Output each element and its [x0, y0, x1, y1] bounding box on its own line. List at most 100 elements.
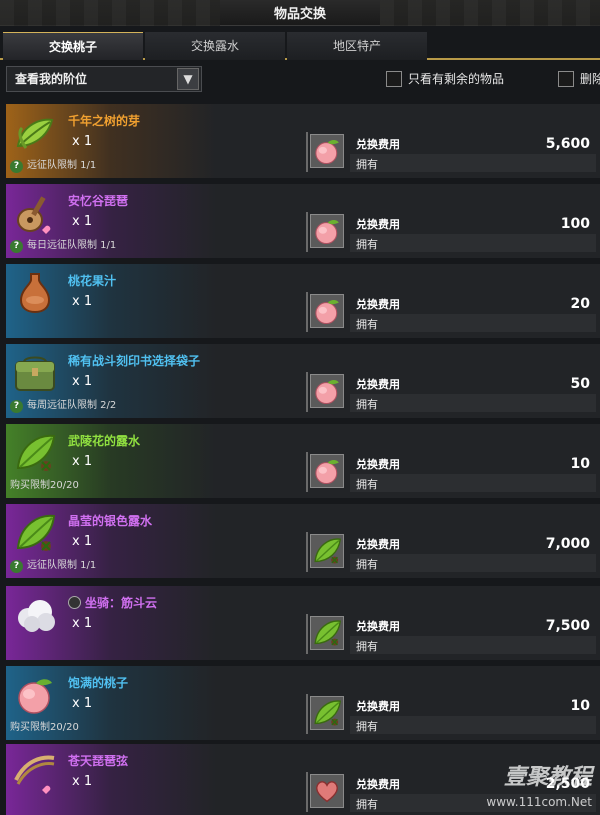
tab-regional-specialty[interactable]: 地区特产 [287, 32, 427, 60]
cost-label: 兑换费用 [356, 458, 400, 471]
item-name: 晶莹的银色露水 [68, 512, 152, 529]
cost-value: 50 [570, 376, 590, 392]
exchange-item-row[interactable]: 饱满的桃子 x 1 购买限制20/20 兑换费用 10 拥有 [6, 666, 600, 740]
divider [306, 452, 308, 492]
cost-value: 7,000 [545, 536, 590, 552]
peach-icon [310, 454, 344, 488]
divider [306, 532, 308, 572]
item-limit-text: 远征队限制 1/1 [27, 160, 97, 171]
filter-bar: 查看我的阶位 ▼ 只看有剩余的物品 删除 [0, 64, 600, 94]
item-info: 武陵花的露水 x 1 购买限制20/20 [6, 424, 306, 498]
chevron-down-icon[interactable]: ▼ [177, 68, 199, 90]
owned-label: 拥有 [356, 798, 378, 811]
help-icon[interactable]: ? [10, 240, 23, 253]
cost-label: 兑换费用 [356, 138, 400, 151]
item-limit: ? 每日远征队限制 1/1 [10, 236, 116, 253]
exchange-item-row[interactable]: 晶莹的银色露水 x 1 ? 远征队限制 1/1 兑换费用 7,000 拥有 [6, 504, 600, 578]
cloud-icon [12, 592, 58, 638]
item-limit: ? 远征队限制 1/1 [10, 156, 96, 173]
exchange-item-row[interactable]: 桃花果汁 x 1 兑换费用 20 拥有 [6, 264, 600, 338]
item-name-text: 武陵花的露水 [68, 434, 141, 448]
only-remaining-checkbox[interactable] [386, 71, 402, 87]
owned-bar [350, 234, 596, 252]
item-quantity: x 1 [72, 454, 93, 469]
item-info: 苍天琵琶弦 x 1 [6, 744, 306, 815]
owned-label: 拥有 [356, 318, 378, 331]
vase-icon [12, 270, 58, 316]
item-name-text: 桃花果汁 [68, 274, 117, 288]
help-icon[interactable]: ? [10, 400, 23, 413]
owned-bar [350, 474, 596, 492]
item-quantity: x 1 [72, 774, 93, 789]
item-limit-text: 购买限制20/20 [10, 722, 79, 733]
item-info: 安忆谷琵琶 x 1 ? 每日远征队限制 1/1 [6, 184, 306, 258]
item-name: 稀有战斗刻印书选择袋子 [68, 352, 200, 369]
peach-icon [310, 214, 344, 248]
only-remaining-label: 只看有剩余的物品 [408, 72, 505, 86]
cost-label: 兑换费用 [356, 700, 400, 713]
item-name: 千年之树的芽 [68, 112, 140, 129]
owned-bar [350, 636, 596, 654]
delete-label: 删除 [580, 72, 600, 86]
magnifier-icon[interactable] [68, 596, 81, 609]
cost-value: 10 [570, 698, 590, 714]
tab-exchange-peach[interactable]: 交换桃子 [3, 32, 143, 60]
help-icon[interactable]: ? [10, 560, 23, 573]
item-quantity: x 1 [72, 374, 93, 389]
heart-icon [310, 774, 344, 808]
divider [306, 772, 308, 812]
dew-leaf-icon [310, 696, 344, 730]
window-title: 物品交换 [273, 7, 326, 22]
item-quantity: x 1 [72, 134, 93, 149]
cost-label: 兑换费用 [356, 778, 400, 791]
dew-leaf-icon [310, 616, 344, 650]
owned-bar [350, 554, 596, 572]
divider [306, 694, 308, 734]
dew-leaf-icon [310, 534, 344, 568]
tab-bar: 交换桃子 交换露水 地区特产 [0, 30, 600, 60]
divider [306, 292, 308, 332]
cost-label: 兑换费用 [356, 298, 400, 311]
divider [306, 372, 308, 412]
exchange-item-row[interactable]: 武陵花的露水 x 1 购买限制20/20 兑换费用 10 拥有 [6, 424, 600, 498]
cost-value: 20 [570, 296, 590, 312]
watermark-title: 壹聚教程 [503, 765, 592, 790]
delete-checkbox[interactable] [558, 71, 574, 87]
tab-exchange-dew[interactable]: 交换露水 [145, 32, 285, 60]
item-name: 安忆谷琵琶 [68, 192, 128, 209]
item-name: 苍天琵琶弦 [68, 752, 128, 769]
rank-select-value: 查看我的阶位 [15, 72, 88, 86]
divider [306, 212, 308, 252]
item-info: 晶莹的银色露水 x 1 ? 远征队限制 1/1 [6, 504, 306, 578]
exchange-item-row[interactable]: 坐骑：筋斗云 x 1 兑换费用 7,500 拥有 [6, 586, 600, 660]
owned-bar [350, 314, 596, 332]
item-limit-text: 远征队限制 1/1 [27, 560, 97, 571]
exchange-item-row[interactable]: 千年之树的芽 x 1 ? 远征队限制 1/1 兑换费用 5,600 拥有 [6, 104, 600, 178]
bag-icon [12, 350, 58, 396]
title-bar: 物品交换 [0, 0, 600, 26]
cost-label: 兑换费用 [356, 218, 400, 231]
item-quantity: x 1 [72, 616, 93, 631]
divider [306, 132, 308, 172]
item-limit: ? 每周远征队限制 2/2 [10, 396, 116, 413]
exchange-item-row[interactable]: 安忆谷琵琶 x 1 ? 每日远征队限制 1/1 兑换费用 100 拥有 [6, 184, 600, 258]
item-name-text: 安忆谷琵琶 [68, 194, 129, 208]
cost-label: 兑换费用 [356, 538, 400, 551]
cost-label: 兑换费用 [356, 378, 400, 391]
rank-select[interactable]: 查看我的阶位 ▼ [6, 66, 202, 92]
item-name-text: 晶莹的银色露水 [68, 514, 153, 528]
owned-bar [350, 394, 596, 412]
help-icon[interactable]: ? [10, 160, 23, 173]
owned-label: 拥有 [356, 720, 378, 733]
owned-label: 拥有 [356, 238, 378, 251]
item-info: 饱满的桃子 x 1 购买限制20/20 [6, 666, 306, 740]
item-info: 稀有战斗刻印书选择袋子 x 1 ? 每周远征队限制 2/2 [6, 344, 306, 418]
cost-value: 10 [570, 456, 590, 472]
owned-label: 拥有 [356, 398, 378, 411]
item-info: 坐骑：筋斗云 x 1 [6, 586, 306, 660]
lute-icon [12, 190, 58, 236]
item-name-text: 稀有战斗刻印书选择袋子 [68, 354, 201, 368]
item-name: 桃花果汁 [68, 272, 116, 289]
owned-bar [350, 154, 596, 172]
exchange-item-row[interactable]: 稀有战斗刻印书选择袋子 x 1 ? 每周远征队限制 2/2 兑换费用 50 拥有 [6, 344, 600, 418]
